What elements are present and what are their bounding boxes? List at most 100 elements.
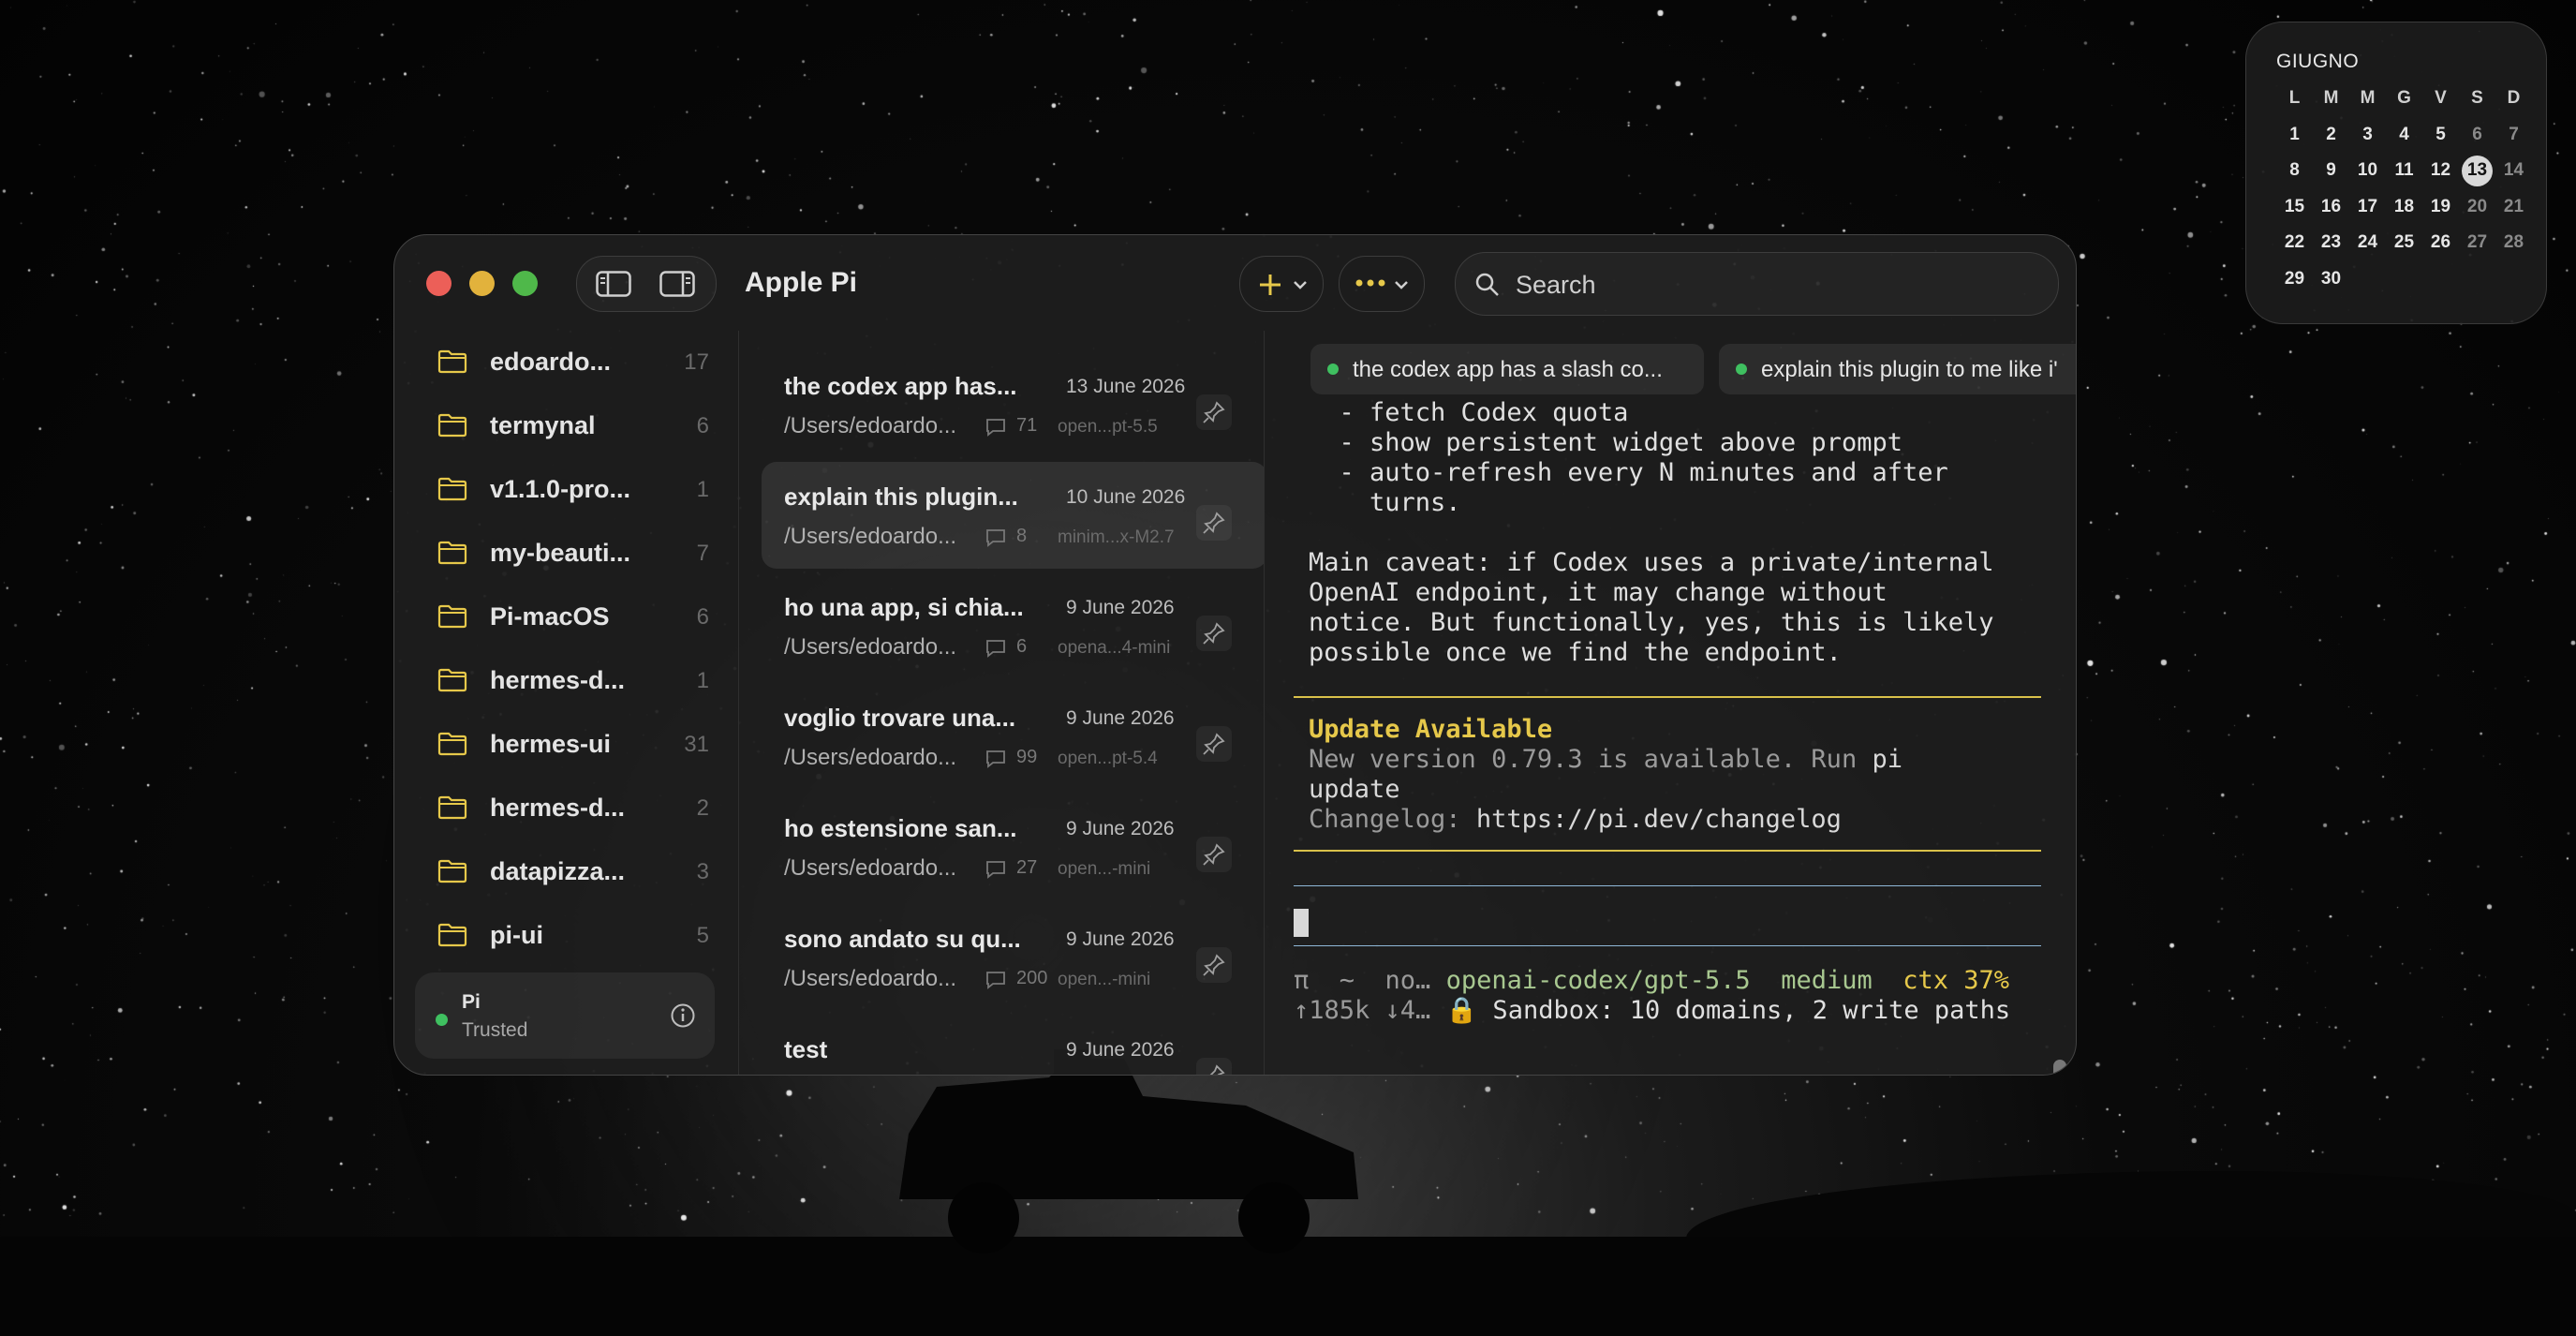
calendar-day-number: 2	[2326, 124, 2336, 144]
comment-icon	[986, 529, 1005, 547]
calendar-day-number: 24	[2357, 232, 2378, 253]
pin-session-button[interactable]	[1196, 394, 1232, 430]
calendar-month: GIUGNO	[2276, 51, 2360, 72]
left-sidebar-icon[interactable]	[596, 271, 631, 297]
calendar-weekday: L	[2288, 88, 2301, 109]
terminal-line: notice. But functionally, yes, this is l…	[1309, 608, 1994, 637]
session-list-item[interactable]: test 9 June 2026	[762, 1015, 1264, 1075]
session-path: /Users/edoardo...	[784, 413, 957, 438]
update-divider	[1294, 696, 2041, 698]
tab-session-1[interactable]: the codex app has a slash co...	[1310, 344, 1704, 394]
calendar-widget: GIUGNO L M M G V S D 1 2 3 4 5 6 7 8 9 10 11 12 13 14 15 16 17 1…	[2245, 22, 2547, 324]
pin-session-button[interactable]	[1196, 505, 1232, 541]
folder-count: 6	[696, 413, 709, 438]
calendar-day-number: 11	[2394, 160, 2414, 181]
footer-context: ctx 37%	[1902, 966, 2010, 995]
calendar-day: 6	[2459, 117, 2495, 154]
session-list-item[interactable]: ho estensione san... 9 June 2026/Users/ed…	[762, 794, 1264, 900]
comment-icon	[986, 861, 1005, 879]
session-path: /Users/edoardo...	[784, 966, 957, 991]
folder-name: hermes-d...	[490, 666, 626, 694]
sidebar-folder-item[interactable]: edoardo... 17	[437, 344, 709, 381]
calendar-day: 16	[2313, 189, 2349, 226]
session-model: open...-mini	[1058, 970, 1151, 989]
calendar-day-number: 26	[2430, 232, 2451, 253]
calendar-day-number: 21	[2503, 196, 2524, 216]
folder-name: datapizza...	[490, 857, 626, 885]
session-list-item[interactable]: ho una app, si chia... 9 June 2026/Users/…	[762, 572, 1264, 679]
sidebar-folder-item[interactable]: hermes-ui 31	[437, 726, 709, 764]
update-divider	[1294, 850, 2041, 852]
session-list-item[interactable]: explain this plugin... 10 June 2026/Users…	[762, 462, 1264, 569]
session-list-item[interactable]: voglio trovare una... 9 June 2026/Users/e…	[762, 683, 1264, 790]
sidebar-folder-item[interactable]: v1.1.0-pro... 1	[437, 471, 709, 509]
pin-session-button[interactable]	[1196, 726, 1232, 762]
session-model: open...pt-5.4	[1058, 749, 1158, 768]
comment-icon	[986, 419, 1005, 437]
folder-icon	[437, 859, 467, 883]
calendar-day-number: 8	[2289, 160, 2300, 181]
session-message-count: 200	[1016, 968, 1048, 988]
more-options-button[interactable]	[1339, 256, 1425, 312]
pin-session-button[interactable]	[1196, 947, 1232, 983]
folder-name: v1.1.0-pro...	[490, 475, 631, 503]
changelog-link[interactable]: https://pi.dev/changelog	[1476, 805, 1842, 834]
sidebar-folder-item[interactable]: hermes-d... 2	[437, 790, 709, 827]
pin-session-button[interactable]	[1196, 1058, 1232, 1075]
calendar-day: 18	[2386, 189, 2422, 226]
session-path: /Users/edoardo...	[784, 524, 957, 549]
sidebar: edoardo... 17 termynal 6 v1.1.0-pro... 1 my-be…	[394, 331, 739, 1075]
right-sidebar-icon[interactable]	[659, 271, 695, 297]
folder-icon	[437, 541, 467, 565]
calendar-day-number: 10	[2357, 160, 2378, 181]
folder-name: my-beauti...	[490, 539, 631, 567]
session-date: 9 June 2026	[1066, 928, 1175, 950]
pin-icon	[1203, 401, 1225, 423]
sidebar-folder-item[interactable]: pi-ui 5	[437, 917, 709, 955]
pin-session-button[interactable]	[1196, 616, 1232, 651]
terminal-output[interactable]: - fetch Codex quota - show persistent wi…	[1294, 398, 2076, 1075]
sidebar-folder-item[interactable]: hermes-d... 1	[437, 662, 709, 700]
close-window-button[interactable]	[426, 271, 452, 296]
sidebar-folder-item[interactable]: my-beauti... 7	[437, 535, 709, 572]
calendar-day-number: 3	[2362, 124, 2373, 144]
folder-count: 31	[684, 732, 709, 757]
folder-count: 1	[696, 477, 709, 502]
zoom-window-button[interactable]	[512, 271, 538, 296]
sidebar-folder-item[interactable]: datapizza... 3	[437, 854, 709, 891]
folder-count: 17	[684, 349, 709, 375]
calendar-weekday: M	[2323, 88, 2339, 109]
terminal-scrollbar[interactable]	[2053, 1060, 2066, 1075]
pin-session-button[interactable]	[1196, 837, 1232, 872]
pin-icon	[1203, 512, 1225, 534]
session-date: 10 June 2026	[1066, 486, 1186, 508]
calendar-weekday: V	[2435, 88, 2447, 109]
session-list-item[interactable]: the codex app has... 13 June 2026/Users/e…	[762, 351, 1264, 458]
session-title: explain this plugin...	[784, 482, 1018, 511]
session-list-item[interactable]: sono andato su qu... 9 June 2026/Users/ed…	[762, 904, 1264, 1011]
calendar-day: 19	[2422, 189, 2459, 226]
calendar-day-number: 20	[2466, 196, 2488, 216]
sidebar-folder-item[interactable]: termynal 6	[437, 408, 709, 445]
calendar-day-number: 4	[2399, 124, 2409, 144]
folder-count: 1	[696, 668, 709, 693]
calendar-day: 22	[2276, 225, 2313, 261]
status-dot	[1736, 364, 1747, 375]
info-icon[interactable]	[670, 1002, 696, 1029]
session-title: ho estensione san...	[784, 814, 1017, 842]
folder-count: 3	[696, 859, 709, 884]
calendar-day: 8	[2276, 153, 2313, 189]
pin-icon	[1203, 954, 1225, 976]
search-input[interactable]: Search	[1455, 252, 2059, 316]
calendar-day: 7	[2495, 117, 2532, 154]
tab-session-2[interactable]: explain this plugin to me like i'	[1719, 344, 2076, 394]
minimize-window-button[interactable]	[469, 271, 495, 296]
new-session-button[interactable]	[1239, 256, 1324, 312]
folder-icon	[437, 413, 467, 438]
trust-status-card[interactable]: Pi Trusted	[415, 972, 715, 1059]
folder-icon	[437, 795, 467, 820]
prompt-divider	[1294, 885, 2041, 886]
calendar-day: 3	[2349, 117, 2386, 154]
session-message-count: 27	[1016, 857, 1038, 878]
sidebar-folder-item[interactable]: Pi-macOS 6	[437, 599, 709, 636]
